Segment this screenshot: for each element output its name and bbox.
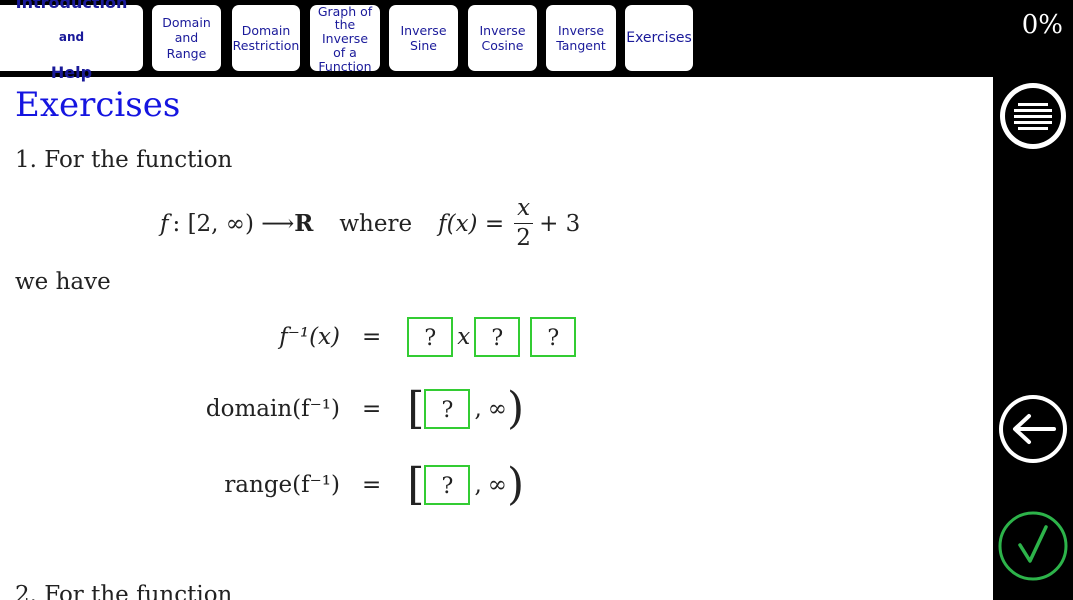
nav-introduction-and-help[interactable]: Introduction and Help	[0, 0, 143, 82]
check-answers-button[interactable]	[996, 509, 1070, 583]
answer-box-range-start[interactable]: ?	[424, 465, 471, 505]
nav-intro-line2: and	[58, 30, 85, 45]
nav-domain-and-range[interactable]: Domain and Range	[152, 5, 221, 71]
we-have-text: we have	[15, 269, 111, 295]
nav-inverse-tangent[interactable]: Inverse Tangent	[546, 5, 616, 71]
inverse-variable: x	[457, 324, 471, 350]
function-codomain: R	[294, 210, 314, 237]
inverse-domain-lhs: domain(f⁻¹)	[205, 396, 340, 422]
nav-item-label: Inverse Cosine	[479, 22, 526, 53]
infinity: ∞	[487, 472, 507, 498]
comma: ,	[474, 396, 482, 422]
menu-icon	[1000, 83, 1066, 149]
fraction-numerator: x	[514, 197, 534, 224]
equals-sign: =	[362, 324, 382, 350]
equals-sign: =	[362, 396, 382, 422]
nav-inverse-cosine[interactable]: Inverse Cosine	[468, 5, 537, 71]
question-2-intro: 2. For the function	[15, 582, 233, 600]
nav-graph-of-inverse[interactable]: Graph of the Inverse of a Function	[310, 3, 380, 74]
nav-item-label: Inverse Sine	[400, 22, 447, 53]
progress-indicator: 0%	[1021, 10, 1063, 40]
fraction-denominator: 2	[516, 225, 531, 251]
right-sidebar	[993, 77, 1073, 600]
inverse-domain-row: domain(f⁻¹) = [ ? , ∞ )	[200, 387, 524, 431]
inverse-range-lhs: range(f⁻¹)	[224, 472, 340, 498]
menu-button[interactable]	[996, 79, 1070, 153]
function-constant: + 3	[539, 210, 581, 237]
answer-box-operator[interactable]: ?	[474, 317, 521, 357]
answer-box-domain-start[interactable]: ?	[424, 389, 471, 429]
nav-item-label: Inverse Tangent	[556, 22, 606, 53]
function-formula-lhs: f(x) =	[438, 210, 505, 237]
function-domain: : [2, ∞) ⟶	[172, 210, 295, 237]
left-bracket: [	[407, 383, 425, 434]
nav-domain-restriction[interactable]: Domain Restriction	[232, 5, 300, 71]
nav-intro-line1: Introduction	[15, 0, 128, 12]
nav-item-label: Domain Restriction	[232, 22, 300, 53]
nav-exercises[interactable]: Exercises	[625, 5, 693, 71]
exercise-content: Exercises 1. For the function f : [2, ∞)…	[0, 77, 993, 600]
function-definition: f : [2, ∞) ⟶ R where f(x) = x 2 + 3	[160, 197, 580, 250]
page-title: Exercises	[15, 85, 181, 125]
fraction: x 2	[514, 197, 534, 251]
back-arrow-icon	[999, 395, 1067, 463]
function-name: f	[160, 210, 169, 237]
where-text: where	[339, 210, 413, 237]
comma: ,	[474, 472, 482, 498]
inverse-formula-row: f⁻¹(x) = ? x ? ?	[200, 317, 577, 357]
checkmark-icon	[998, 511, 1068, 581]
back-button[interactable]	[996, 392, 1070, 466]
equals-sign: =	[362, 472, 382, 498]
nav-item-label: Exercises	[626, 29, 692, 46]
answer-box-constant[interactable]: ?	[530, 317, 577, 357]
right-paren: )	[506, 459, 525, 510]
top-navigation-bar: Introduction and Help Domain and Range D…	[0, 0, 1073, 82]
question-1-intro: 1. For the function	[15, 147, 233, 173]
right-paren: )	[506, 383, 525, 434]
infinity: ∞	[487, 396, 507, 422]
inverse-formula-lhs: f⁻¹(x)	[279, 324, 340, 350]
nav-item-label: Graph of the Inverse of a Function	[317, 3, 373, 74]
inverse-range-row: range(f⁻¹) = [ ? , ∞ )	[200, 463, 524, 507]
nav-item-label: Domain and Range	[162, 15, 211, 61]
left-bracket: [	[407, 459, 425, 510]
answer-box-coefficient[interactable]: ?	[407, 317, 454, 357]
nav-inverse-sine[interactable]: Inverse Sine	[389, 5, 458, 71]
